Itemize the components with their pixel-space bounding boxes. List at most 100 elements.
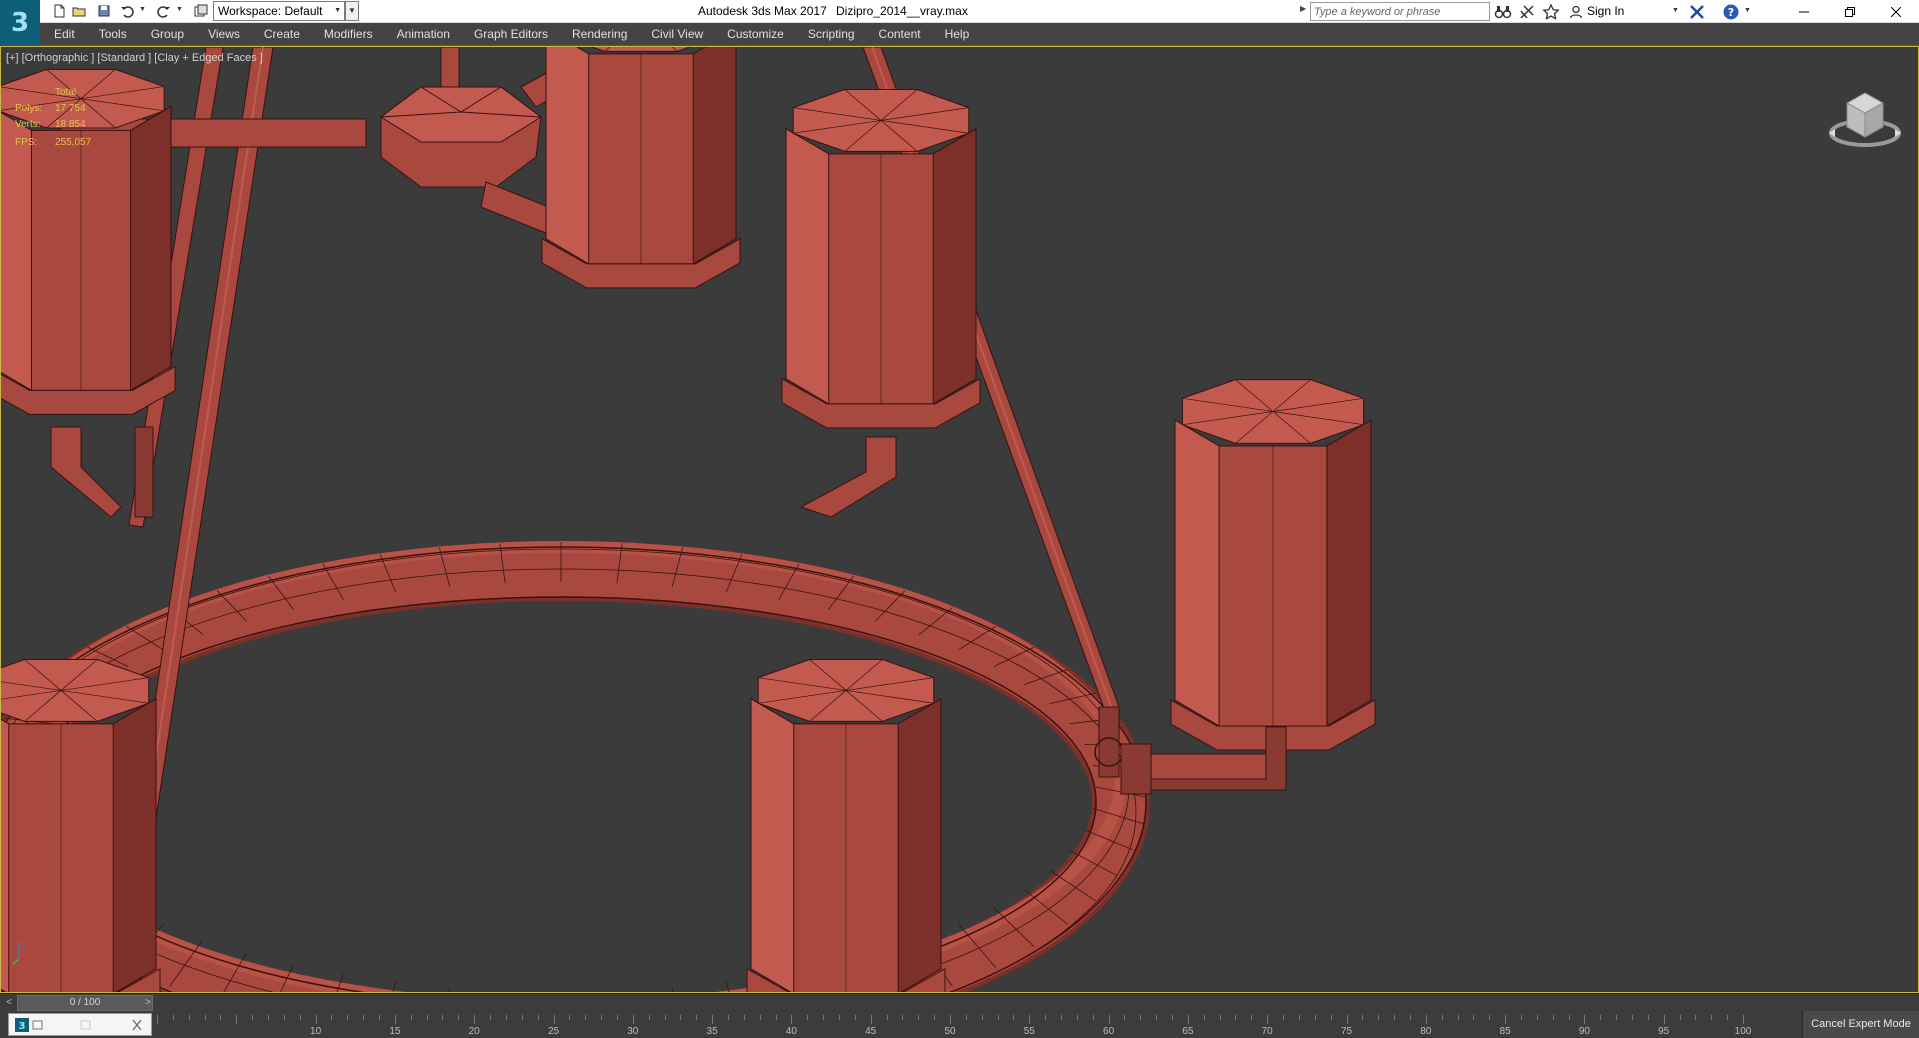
new-file-icon[interactable] [50, 2, 68, 20]
search-expand-icon[interactable]: ▶ [1300, 4, 1306, 13]
frame-tick [268, 1015, 270, 1020]
cancel-expert-mode-button[interactable]: Cancel Expert Mode [1802, 1011, 1919, 1038]
frame-tick [474, 1015, 476, 1024]
frame-tick-label: 45 [865, 1026, 877, 1037]
frame-tick [632, 1015, 634, 1024]
frame-tick [363, 1015, 365, 1020]
sign-in-button[interactable]: Sign In [1569, 0, 1624, 23]
help-icon[interactable]: ? [1722, 3, 1740, 21]
frame-tick [1314, 1015, 1316, 1020]
stats-verts-value: 18 854 [55, 119, 86, 130]
back-arm[interactable] [799, 436, 897, 518]
menu-group[interactable]: Group [139, 23, 196, 46]
frame-tick [347, 1015, 349, 1020]
left-arm[interactable] [50, 426, 122, 518]
frame-tick [1156, 1015, 1158, 1020]
frame-tick-label: 90 [1578, 1026, 1590, 1037]
candle-holder-right[interactable] [1170, 379, 1376, 751]
autodesk-exchange-icon[interactable] [1688, 3, 1706, 21]
frame-tick [1219, 1015, 1221, 1020]
app-logo[interactable]: 3 [0, 0, 40, 46]
mini-curve-editor-toggle[interactable]: 3 [8, 1013, 152, 1036]
menu-civil-view[interactable]: Civil View [639, 23, 715, 46]
time-slider[interactable]: < 0 / 100 > [0, 993, 1919, 1011]
frame-tick [1124, 1015, 1126, 1020]
open-file-icon[interactable] [70, 2, 88, 20]
frame-tick [1409, 1015, 1411, 1020]
frame-tick [204, 1015, 206, 1020]
frame-tick [1013, 1015, 1015, 1020]
frame-tick [1441, 1015, 1443, 1020]
project-folder-icon[interactable] [192, 2, 210, 20]
sign-in-dropdown-icon[interactable]: ▼ [1672, 7, 1679, 14]
frame-tick [299, 1015, 301, 1020]
search-input[interactable] [1310, 2, 1490, 21]
perspective-viewport[interactable]: [+] [Orthographic ] [Standard ] [Clay + … [0, 46, 1919, 993]
frame-tick [1520, 1015, 1522, 1020]
frame-tick-label: 100 [1734, 1026, 1752, 1037]
frame-tick [505, 1015, 507, 1020]
window-title-app: Autodesk 3ds Max 2017 [698, 4, 827, 18]
candle-holder-front[interactable] [746, 659, 946, 993]
frame-tick [1600, 1015, 1602, 1020]
menu-views[interactable]: Views [196, 23, 252, 46]
frame-tick [886, 1015, 888, 1020]
sign-in-label: Sign In [1587, 4, 1625, 18]
frame-tick-label: 15 [389, 1026, 401, 1037]
frame-tick [1536, 1015, 1538, 1020]
menu-animation[interactable]: Animation [385, 23, 462, 46]
time-slider-thumb[interactable]: 0 / 100 [17, 995, 153, 1011]
menu-content[interactable]: Content [867, 23, 933, 46]
restore-button[interactable] [1827, 0, 1873, 23]
undo-dropdown-icon[interactable]: ▼ [139, 6, 146, 16]
menu-modifiers[interactable]: Modifiers [312, 23, 385, 46]
frame-tick [870, 1015, 872, 1024]
frame-tick [1203, 1015, 1205, 1020]
candle-holder-back-right[interactable] [781, 89, 981, 429]
menu-scripting[interactable]: Scripting [796, 23, 867, 46]
communication-center-icon[interactable] [1518, 3, 1536, 21]
svg-text:?: ? [1728, 6, 1734, 19]
workspace-select-label: Workspace: Default [218, 4, 323, 18]
binoculars-icon[interactable] [1494, 3, 1512, 21]
time-slider-next-button[interactable]: > [141, 995, 155, 1011]
redo-dropdown-icon[interactable]: ▼ [176, 6, 183, 16]
favorites-star-icon[interactable] [1542, 3, 1560, 21]
stats-total-label: Total [55, 87, 77, 98]
workspace-select[interactable]: Workspace: Default ▼ [213, 1, 345, 21]
workspace-menu-button[interactable]: ▼ [345, 1, 359, 21]
frame-tick [490, 1015, 492, 1020]
minimize-button[interactable] [1781, 0, 1827, 23]
menu-graph-editors[interactable]: Graph Editors [462, 23, 560, 46]
stats-fps-label: FPS: [15, 137, 38, 148]
frame-tick [696, 1015, 698, 1020]
viewport-label-menu[interactable]: [+] [Orthographic ] [Standard ] [Clay + … [6, 52, 263, 64]
frame-tick [1298, 1015, 1300, 1020]
menu-edit[interactable]: Edit [40, 23, 87, 46]
redo-icon[interactable] [155, 2, 173, 20]
candle-holder-back[interactable] [541, 47, 741, 289]
save-file-icon[interactable] [95, 2, 113, 20]
undo-icon[interactable] [118, 2, 136, 20]
frame-tick [283, 1015, 285, 1020]
viewcube-icon[interactable] [1827, 81, 1903, 151]
frame-tick [379, 1015, 381, 1020]
help-dropdown-icon[interactable]: ▼ [1744, 7, 1751, 14]
frame-tick [426, 1015, 428, 1020]
frame-tick [727, 1015, 729, 1020]
menu-create[interactable]: Create [252, 23, 312, 46]
close-button[interactable] [1873, 0, 1919, 23]
frame-tick [838, 1015, 840, 1020]
scene-canvas[interactable] [1, 47, 1919, 993]
frame-tick [172, 1015, 174, 1020]
menu-tools[interactable]: Tools [87, 23, 139, 46]
time-slider-prev-button[interactable]: < [2, 995, 16, 1011]
track-bar[interactable]: 3 10 15 20 25 30 35 40 45 50 55 60 65 70 75 80 85 90 95 10… [0, 1011, 1919, 1038]
menu-help[interactable]: Help [933, 23, 982, 46]
frame-ruler[interactable]: 10 15 20 25 30 35 40 45 50 55 60 65 70 75 80 85 90 95 100 [152, 1011, 1751, 1038]
candle-holders[interactable] [1, 47, 1376, 993]
frame-tick [601, 1015, 603, 1020]
menu-rendering[interactable]: Rendering [560, 23, 639, 46]
menu-customize[interactable]: Customize [715, 23, 796, 46]
scene-statistics: Total Polys: 17 754 Verts: 18 854 FPS: 255,… [15, 85, 91, 151]
